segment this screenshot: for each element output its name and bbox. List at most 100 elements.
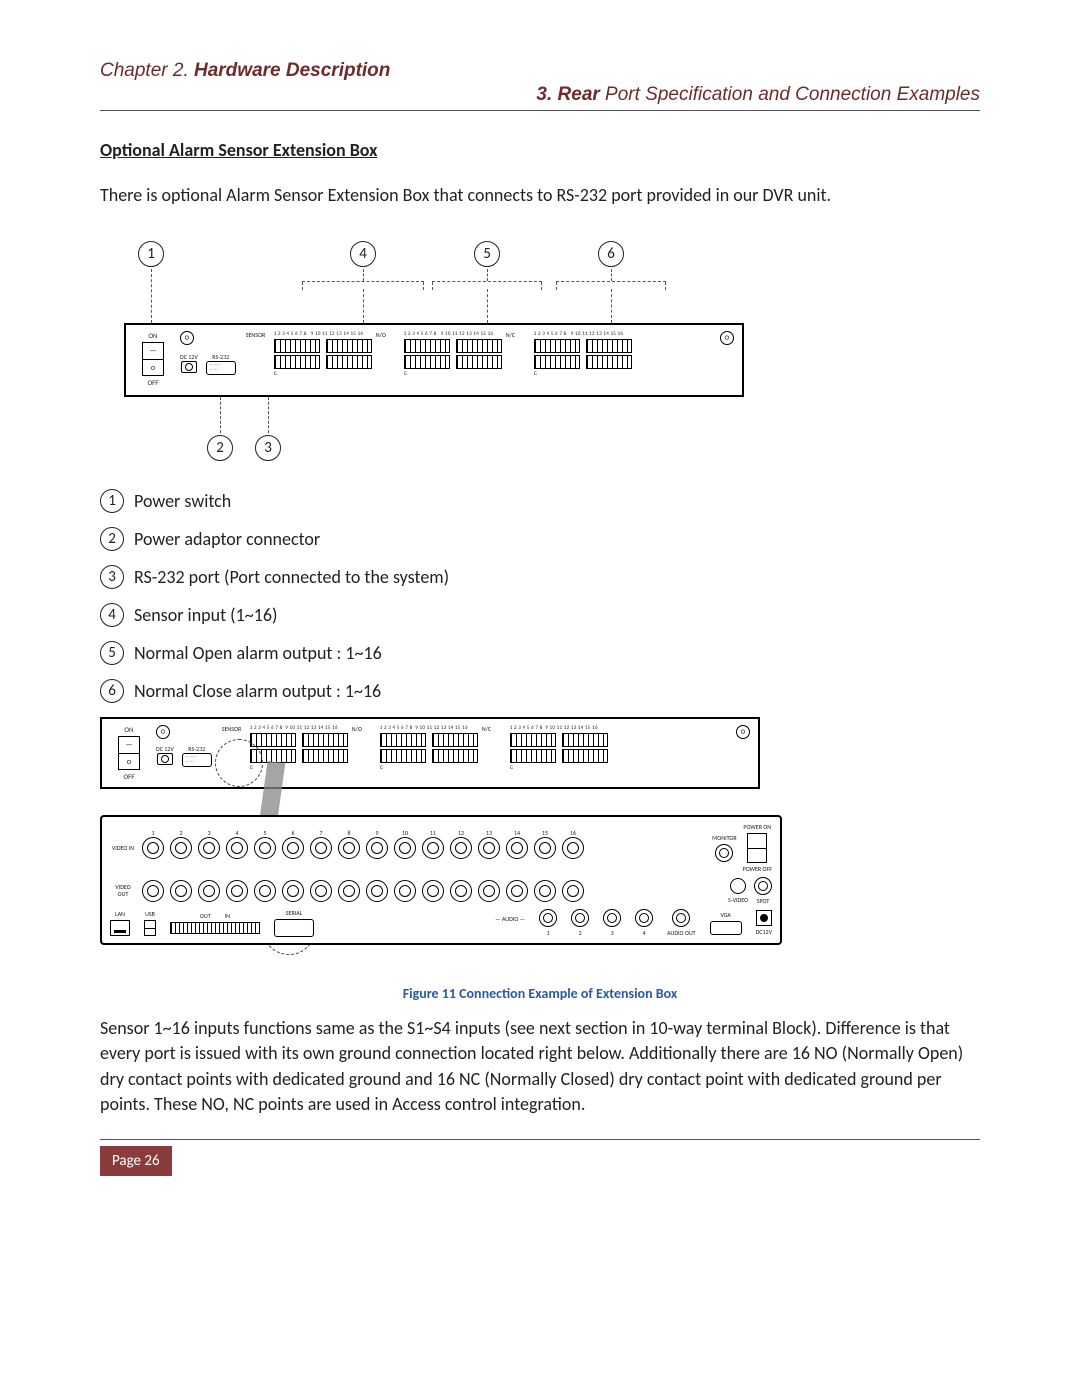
extension-box-panel: ON —o OFF ○ DC 12V RS-232 SENSOR1 2 3 4 … — [100, 717, 760, 789]
body-paragraph: Sensor 1~16 inputs functions same as the… — [100, 1016, 980, 1117]
label-9-16: 9 10 11 12 13 14 15 16 — [545, 725, 598, 731]
leader-line — [151, 269, 152, 323]
usb-port-icon — [144, 920, 156, 936]
label-1-8: 1 2 3 4 5 6 7 8 — [404, 331, 437, 337]
label-9-16: 9 10 11 12 13 14 15 16 — [571, 331, 624, 337]
legend-text: RS-232 port (Port connected to the syste… — [134, 566, 449, 588]
serial-port-icon — [274, 919, 314, 937]
svideo-icon — [730, 878, 746, 894]
ch-label: 2 — [579, 929, 582, 937]
highlight-ring-icon — [215, 739, 263, 787]
power-switch-block: ON —o OFF — [134, 331, 172, 387]
diagram-connection-example: ON —o OFF ○ DC 12V RS-232 SENSOR1 2 3 4 … — [100, 717, 760, 977]
section-heading: 3. Rear Port Specification and Connectio… — [100, 84, 980, 106]
bnc-icon — [562, 880, 584, 902]
bnc-icon: 12 — [450, 837, 472, 859]
nc-terminal-group: 1 2 3 4 5 6 7 8 9 10 11 12 13 14 15 16 G — [534, 331, 632, 377]
leader-bracket — [432, 281, 542, 289]
legend-number: 1 — [100, 489, 124, 513]
leader-line — [487, 269, 488, 281]
bnc-icon: 5 — [254, 837, 276, 859]
section-title: Port Specification and Connection Exampl… — [600, 84, 980, 105]
label-rs232: RS-232 — [188, 745, 205, 753]
diagram-extension-box-callouts: 1 4 5 6 ON —o OFF ○ DC 12V RS-232 — [124, 241, 744, 471]
label-serial: SERIAL — [286, 909, 302, 917]
bnc-icon: 11 — [422, 837, 444, 859]
serial-port-icon — [182, 753, 212, 767]
label-nc: N/C — [506, 331, 534, 339]
bnc-icon — [310, 880, 332, 902]
label-1-8: 1 2 3 4 5 6 7 8 — [250, 725, 283, 731]
rs232-port: RS-232 — [206, 353, 236, 375]
bnc-icon — [170, 880, 192, 902]
ch-label: 16 — [563, 829, 583, 837]
bnc-icon: 3 — [198, 837, 220, 859]
bnc-icon: 7 — [310, 837, 332, 859]
section-number: 3. Rear — [536, 84, 599, 105]
ch-label: 15 — [535, 829, 555, 837]
bnc-icon — [226, 880, 248, 902]
ch-label: 3 — [199, 829, 219, 837]
chapter-heading: Chapter 2. Hardware Description — [100, 60, 980, 82]
ch-label: 1 — [143, 829, 163, 837]
ch-label: 13 — [479, 829, 499, 837]
bnc-icon: 8 — [338, 837, 360, 859]
bnc-icon — [198, 880, 220, 902]
label-monitor: MONITOR — [712, 834, 736, 842]
rca-icon — [571, 909, 589, 927]
bnc-icon — [715, 844, 733, 862]
rca-icon — [635, 909, 653, 927]
bnc-icon: 2 — [170, 837, 192, 859]
label-dc12v: DC 12V — [156, 745, 174, 753]
label-lan: LAN — [115, 910, 125, 918]
label-rs232: RS-232 — [212, 353, 229, 361]
page-number-tab: Page 26 — [100, 1146, 172, 1176]
label-g: G — [380, 765, 383, 771]
callout-legend: 1Power switch 2Power adaptor connector 3… — [100, 489, 980, 703]
ch-label: 7 — [311, 829, 331, 837]
footer-rule — [100, 1139, 980, 1140]
bnc-icon — [142, 880, 164, 902]
legend-number: 2 — [100, 527, 124, 551]
bnc-icon — [338, 880, 360, 902]
legend-text: Power adaptor connector — [134, 528, 320, 550]
label-g: G — [274, 371, 277, 377]
rca-icon — [603, 909, 621, 927]
screw-icon: ○ — [720, 331, 734, 345]
bnc-icon: 14 — [506, 837, 528, 859]
leader-line — [363, 289, 364, 323]
label-9-16: 9 10 11 12 13 14 15 16 — [415, 725, 468, 731]
label-g: G — [404, 371, 407, 377]
bnc-icon — [754, 877, 772, 895]
label-nc: N/C — [482, 725, 510, 771]
legend-item: 2 Power adaptor connector — [100, 527, 980, 551]
screw-icon: ○ — [736, 725, 750, 739]
label-vga: VGA — [720, 911, 731, 919]
label-9-16: 9 10 11 12 13 14 15 16 — [311, 331, 364, 337]
callout-6: 6 — [598, 241, 624, 267]
ch-label: 4 — [227, 829, 247, 837]
label-off: OFF — [147, 378, 158, 387]
dc-adaptor: DC 12V — [156, 745, 174, 767]
rocker-switch-icon: —o — [142, 342, 164, 376]
callout-2: 2 — [207, 435, 233, 461]
vga-port-icon — [710, 921, 742, 935]
ch-label: 10 — [395, 829, 415, 837]
ch-label: 11 — [423, 829, 443, 837]
bnc-icon — [478, 880, 500, 902]
bnc-icon: 13 — [478, 837, 500, 859]
serial-port-icon — [206, 361, 236, 375]
label-1-8: 1 2 3 4 5 6 7 8 — [274, 331, 307, 337]
lan-port-icon — [110, 920, 130, 936]
ch-label: 9 — [367, 829, 387, 837]
label-on: ON — [124, 725, 133, 734]
bnc-icon — [506, 880, 528, 902]
label-sensor: SENSOR — [246, 331, 274, 339]
bnc-icon: 1 — [142, 837, 164, 859]
leader-line — [487, 289, 488, 323]
leader-bracket — [302, 281, 424, 289]
label-audio: AUDIO — [502, 915, 518, 923]
callout-5: 5 — [474, 241, 500, 267]
figure-caption: Figure 11 Connection Example of Extensio… — [100, 985, 980, 1002]
ch-label: 2 — [171, 829, 191, 837]
